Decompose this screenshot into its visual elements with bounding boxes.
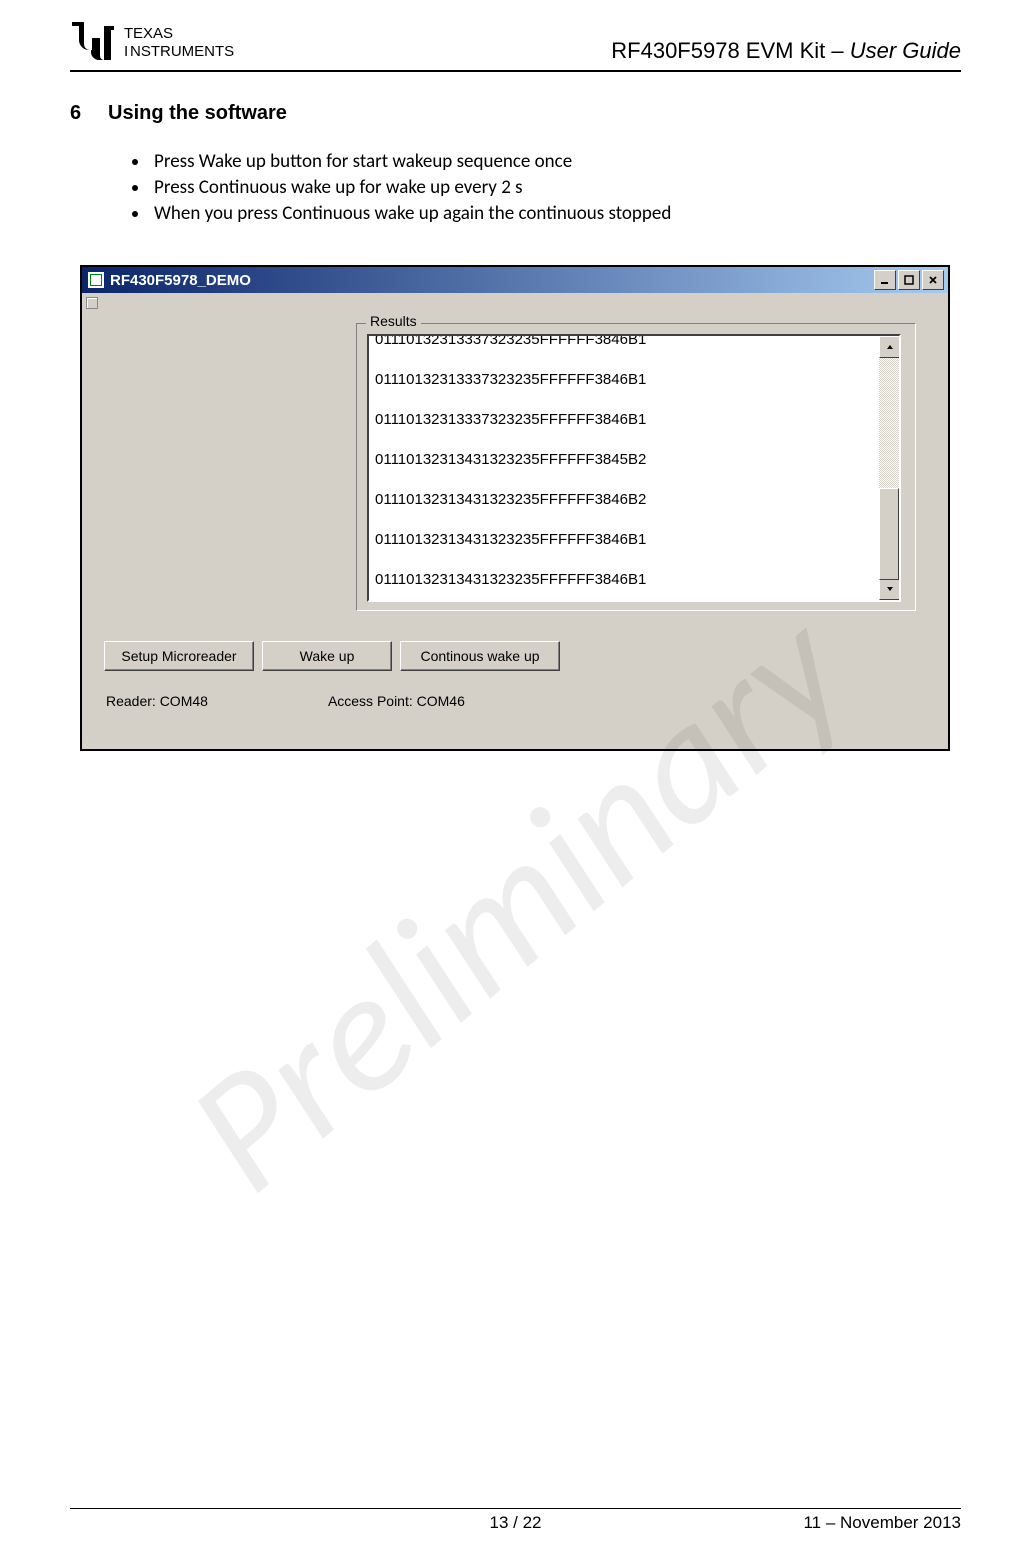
results-line: 01110132313337323235FFFFFF3846B1 bbox=[375, 334, 875, 360]
results-groupbox: Results 01110132313337323235FFFFFF3846B1… bbox=[356, 323, 916, 611]
section-title: Using the software bbox=[108, 102, 287, 124]
results-line: 01110132313431323235FFFFFF3846B1 bbox=[375, 560, 875, 600]
bullet-item: When you press Continuous wake up again … bbox=[150, 202, 961, 225]
maximize-button[interactable] bbox=[898, 270, 920, 290]
results-line: 01110132313431323235FFFFFF3845B2 bbox=[375, 440, 875, 480]
results-line: 01110132313431323235FFFFFF3846B1 bbox=[375, 520, 875, 560]
bullet-list: Press Wake up button for start wakeup se… bbox=[125, 150, 961, 225]
ti-logo: T EXAS I NSTRUMENTS bbox=[70, 20, 255, 64]
app-icon bbox=[88, 272, 104, 288]
minimize-button[interactable] bbox=[874, 270, 896, 290]
svg-text:T: T bbox=[124, 25, 133, 42]
setup-microreader-button[interactable]: Setup Microreader bbox=[104, 641, 254, 671]
access-point-status: Access Point: COM46 bbox=[328, 693, 465, 709]
close-button[interactable] bbox=[922, 270, 944, 290]
scroll-up-button[interactable] bbox=[879, 336, 901, 358]
svg-text:EXAS: EXAS bbox=[133, 25, 173, 42]
window-title: RF430F5978_DEMO bbox=[110, 272, 251, 289]
wake-up-button[interactable]: Wake up bbox=[262, 641, 392, 671]
svg-text:NSTRUMENTS: NSTRUMENTS bbox=[130, 43, 234, 60]
svg-text:I: I bbox=[124, 43, 128, 60]
page-number: 13 / 22 bbox=[490, 1513, 542, 1533]
document-title: RF430F5978 EVM Kit – User Guide bbox=[611, 38, 961, 64]
doc-title-suffix: User Guide bbox=[850, 38, 961, 63]
results-listbox[interactable]: 01110132313337323235FFFFFF3846B1 0111013… bbox=[367, 334, 901, 602]
bullet-item: Press Continuous wake up for wake up eve… bbox=[150, 176, 961, 199]
doc-title-prefix: RF430F5978 EVM Kit bbox=[611, 38, 825, 63]
screenshot-figure: RF430F5978_DEMO bbox=[80, 265, 950, 751]
results-line: 01110132313431323235FFFFFF3846B2 bbox=[375, 480, 875, 520]
scrollbar[interactable] bbox=[879, 336, 899, 600]
header-rule bbox=[70, 70, 961, 72]
menu-icon[interactable] bbox=[86, 297, 98, 309]
results-line: 01110132313337323235FFFFFF3846B1 bbox=[375, 360, 875, 400]
section-heading: 6Using the software bbox=[70, 102, 961, 125]
reader-status: Reader: COM48 bbox=[106, 693, 208, 709]
footer-date: 11 – November 2013 bbox=[542, 1513, 962, 1533]
footer-rule bbox=[70, 1508, 961, 1509]
scroll-thumb[interactable] bbox=[879, 488, 899, 580]
continuous-wake-up-button[interactable]: Continous wake up bbox=[400, 641, 560, 671]
app-window: RF430F5978_DEMO bbox=[82, 267, 948, 749]
bullet-item: Press Wake up button for start wakeup se… bbox=[150, 150, 961, 173]
results-line: 01110132313337323235FFFFFF3846B1 bbox=[375, 400, 875, 440]
footer: 13 / 22 11 – November 2013 bbox=[70, 1508, 961, 1533]
results-label: Results bbox=[366, 313, 421, 329]
menubar[interactable] bbox=[82, 293, 948, 313]
scroll-down-button[interactable] bbox=[879, 578, 901, 600]
section-number: 6 bbox=[70, 102, 108, 125]
doc-title-sep: – bbox=[825, 38, 849, 63]
titlebar[interactable]: RF430F5978_DEMO bbox=[82, 267, 948, 293]
